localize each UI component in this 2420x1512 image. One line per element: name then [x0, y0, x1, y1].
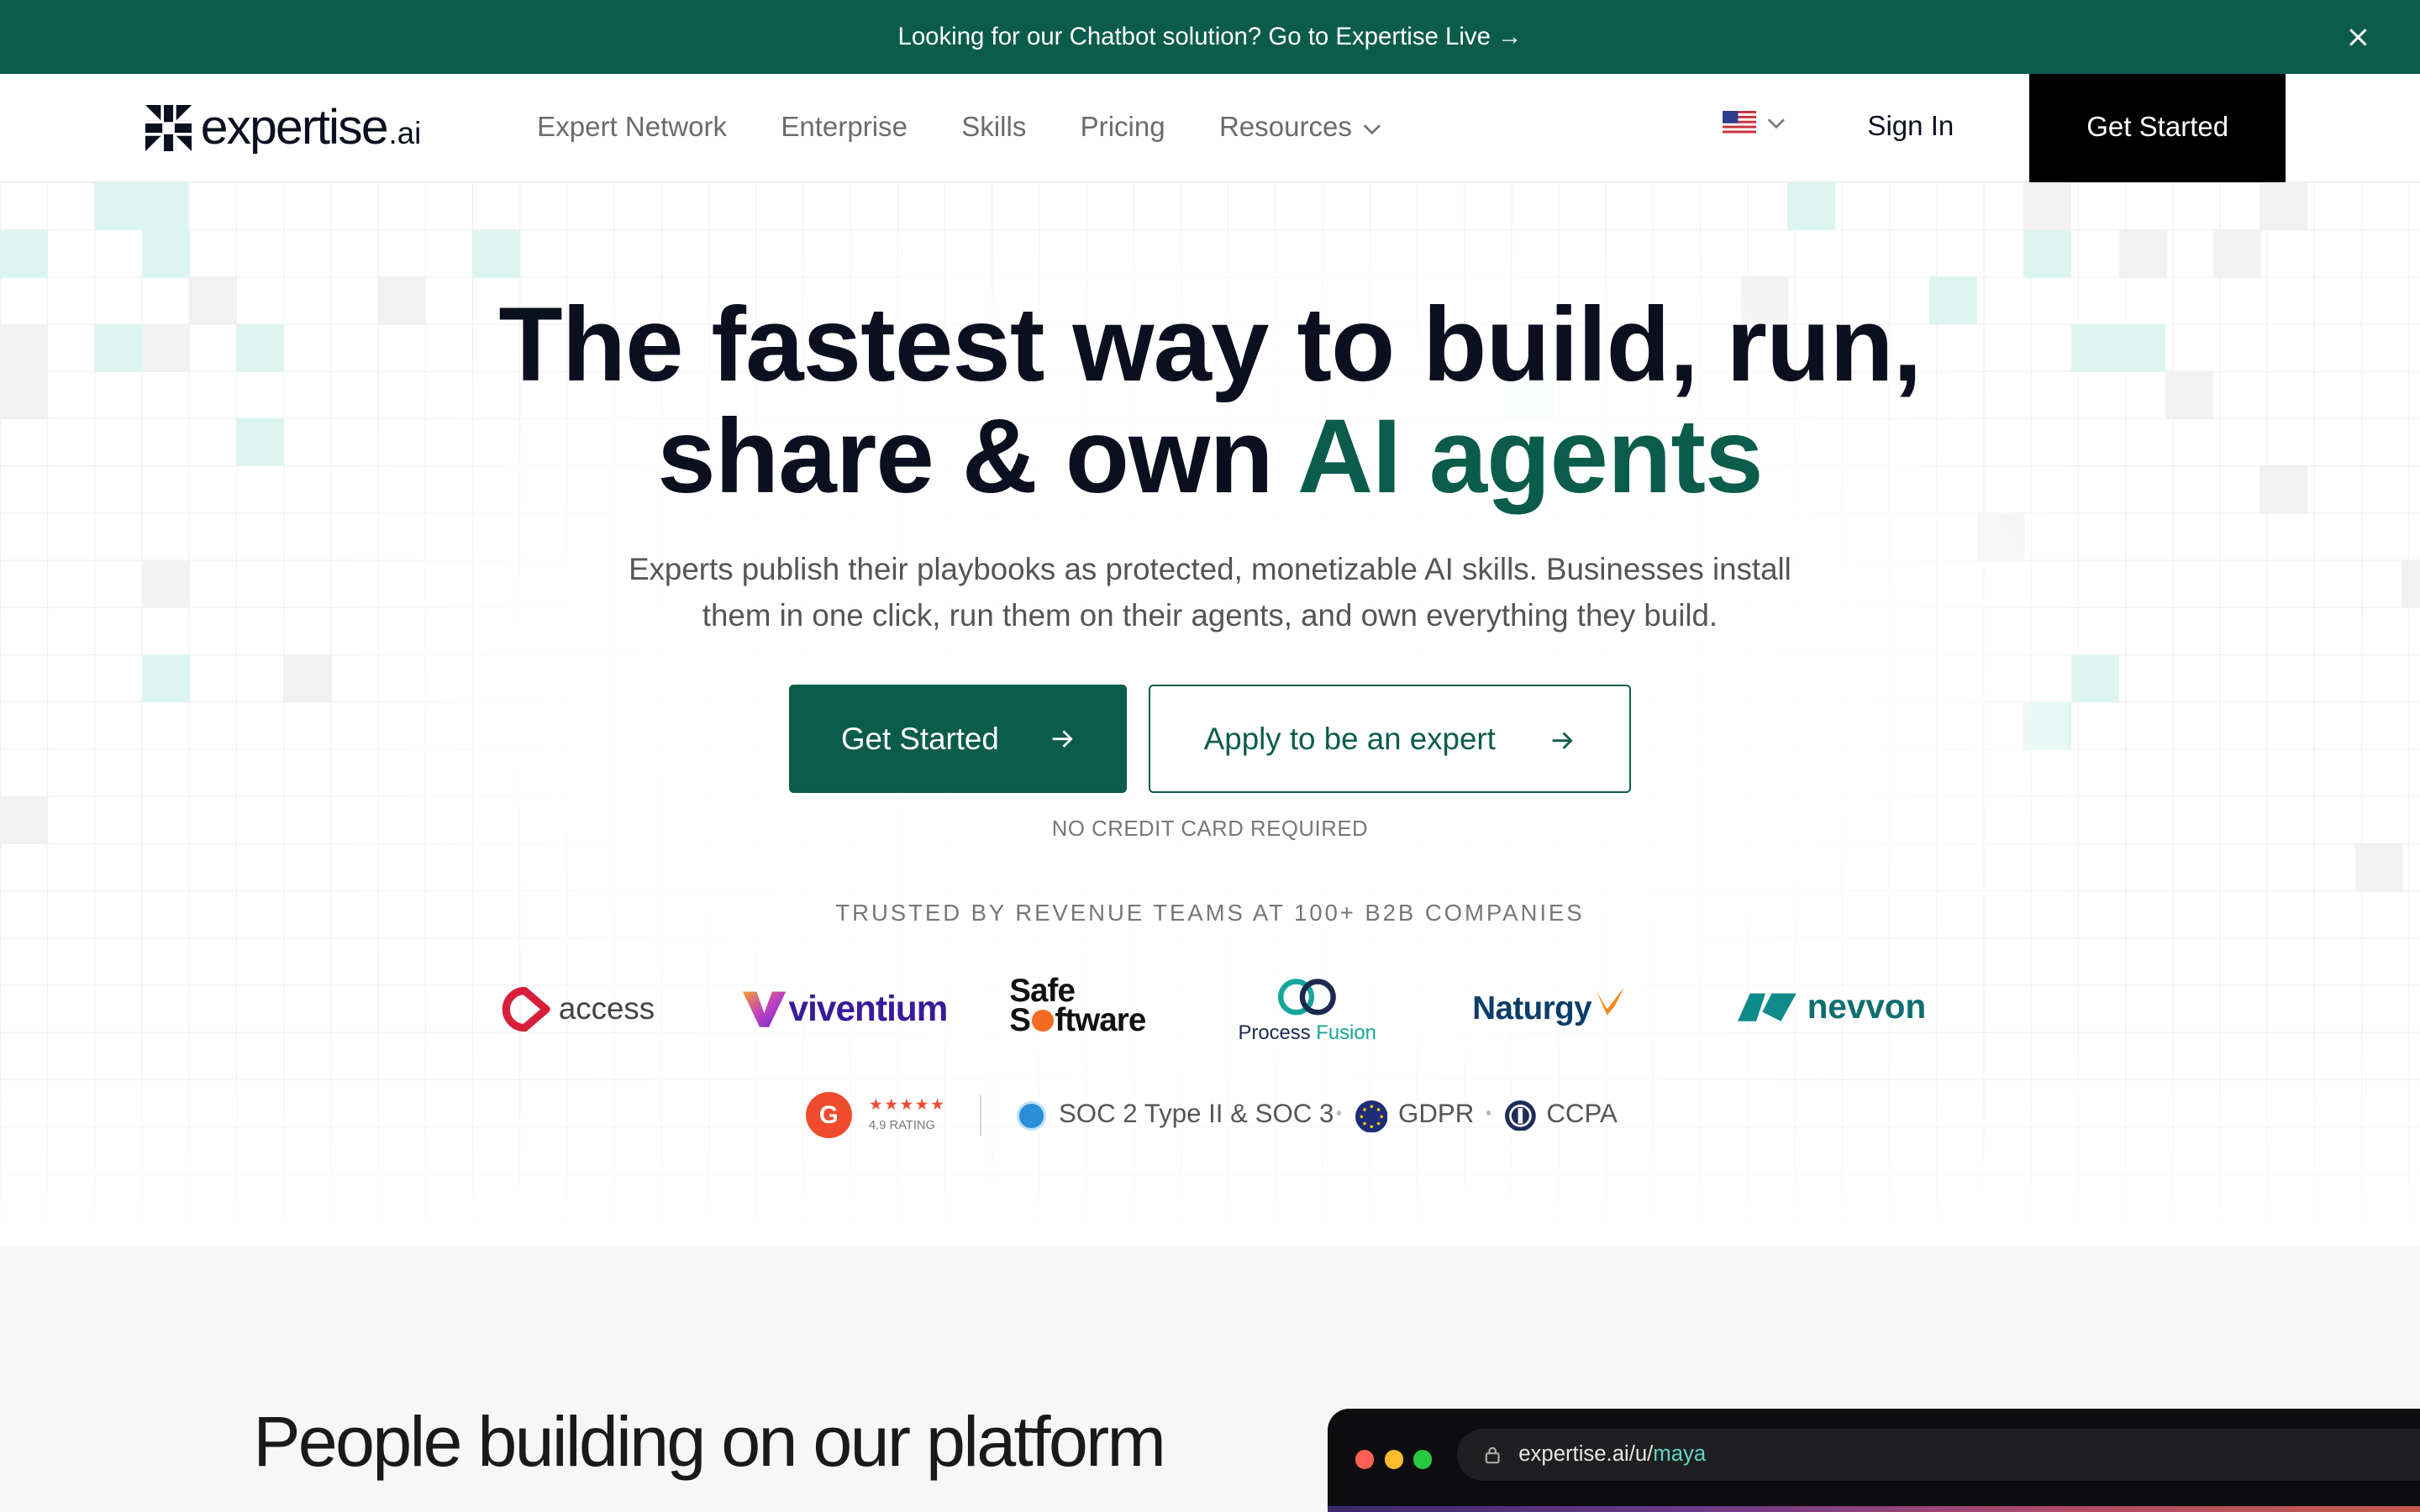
window-maximize-dot [1413, 1450, 1433, 1469]
trusted-by-heading: TRUSTED BY REVENUE TEAMS AT 100+ B2B COM… [835, 899, 1585, 926]
software-rest: ftware [1055, 1001, 1146, 1038]
logo[interactable]: expertise .ai [145, 100, 422, 155]
access-wordmark: access [558, 991, 655, 1026]
apply-expert-button[interactable]: Apply to be an expert [1148, 685, 1632, 794]
process-fusion-wordmark: Process Fusion [1238, 1021, 1376, 1045]
ccpa-label: CCPA [1546, 1098, 1618, 1128]
software-orange-dot-icon [1031, 1010, 1054, 1032]
url-slug: maya [1653, 1442, 1707, 1467]
rating-stars: ★★★★★ [869, 1095, 946, 1114]
g2-logo-icon: G [805, 1092, 852, 1139]
soc-label: SOC 2 Type II & SOC 3 [1058, 1098, 1334, 1128]
soc-badge-icon [1017, 1101, 1047, 1131]
software-wordmark: Sftware [1009, 1001, 1146, 1038]
subtitle-line-1: Experts publish their playbooks as prote… [629, 552, 1791, 587]
fusion-text: Fusion [1316, 1021, 1376, 1044]
access-logo-icon [502, 986, 550, 1032]
trust-badges: G ★★★★★ 4.9 RATING SOC 2 Type II & SOC 3… [0, 1089, 2420, 1142]
rating-text: 4.9 RATING [869, 1118, 935, 1132]
top-nav: expertise .ai Expert Network Enterprise … [0, 74, 2420, 182]
chevron-down-icon [1767, 118, 1786, 129]
viventium-logo-icon [742, 991, 786, 1028]
window-close-dot [1355, 1450, 1374, 1469]
arrow-right-icon [1052, 730, 1073, 748]
close-icon[interactable] [2343, 22, 2374, 53]
announcement-banner[interactable]: Looking for our Chatbot solution? Go to … [0, 0, 2420, 75]
customer-logos: access viventium Safe Sftware Process Fu… [0, 974, 2420, 1054]
subtitle-line-2: them in one click, run them on their age… [702, 598, 1718, 633]
gdpr-label: GDPR [1398, 1098, 1475, 1128]
naturgy-logo-icon [1596, 987, 1624, 1016]
software-letter-s: S [1009, 1001, 1031, 1038]
apply-expert-label: Apply to be an expert [1203, 721, 1496, 756]
logo-process-fusion: Process Fusion [1234, 977, 1380, 1045]
nevvon-logo-icon [1738, 993, 1797, 1021]
people-heading: People building on our platform [253, 1401, 1166, 1481]
nav-link-skills[interactable]: Skills [961, 112, 1026, 144]
url-bar[interactable]: expertise.ai/u/maya [1456, 1428, 2420, 1482]
logo-word: expertise [200, 100, 389, 155]
people-section: People building on our platform expertis… [0, 1247, 2420, 1512]
nav-link-pricing[interactable]: Pricing [1081, 112, 1165, 144]
logo-safe-software: Safe Sftware [1009, 974, 1146, 1038]
language-selector[interactable] [1722, 111, 1787, 134]
headline-line-2: share & own [657, 397, 1297, 515]
ccpa-seal-icon [1504, 1100, 1536, 1131]
process-fusion-logo-icon [1278, 978, 1337, 1016]
us-flag-icon [1722, 111, 1757, 134]
nav-get-started-button[interactable]: Get Started [2029, 74, 2286, 182]
nav-link-resources-label: Resources [1218, 112, 1352, 144]
nav-link-resources[interactable]: Resources [1219, 112, 1383, 144]
nav-links: Expert Network Enterprise Skills Pricing… [537, 74, 1437, 182]
headline-accent: AI agents [1297, 397, 1764, 515]
logo-tld: .ai [388, 116, 422, 151]
logo-mark-icon [145, 104, 192, 151]
logo-naturgy: Naturgy [1472, 987, 1627, 1027]
naturgy-wordmark: Naturgy [1472, 990, 1592, 1027]
sign-in-link[interactable]: Sign In [1867, 111, 1954, 143]
hero-get-started-label: Get Started [840, 721, 999, 756]
hero-subtitle: Experts publish their playbooks as prote… [0, 546, 2420, 638]
process-text: Process [1238, 1021, 1311, 1044]
hero-get-started-button[interactable]: Get Started [788, 685, 1127, 794]
no-credit-card-note: NO CREDIT CARD REQUIRED [1051, 817, 1369, 842]
browser-mockup: expertise.ai/u/maya [1327, 1408, 2420, 1512]
nevvon-wordmark: nevvon [1807, 987, 1927, 1026]
badge-divider [980, 1095, 982, 1136]
logo-nevvon: nevvon [1738, 987, 1926, 1026]
headline-line-1: The fastest way to build, run, [498, 286, 1922, 404]
browser-glow-line [1327, 1505, 2420, 1512]
banner-text[interactable]: Looking for our Chatbot solution? Go to … [897, 23, 1522, 51]
nav-link-expert-network[interactable]: Expert Network [537, 112, 727, 144]
eu-flag-icon [1355, 1100, 1388, 1133]
logo-viventium: viventium [741, 987, 948, 1030]
separator-dot [1486, 1110, 1491, 1116]
arrow-right-icon [1552, 732, 1573, 749]
logo-access: access [500, 986, 655, 1032]
separator-dot [1336, 1110, 1342, 1116]
chevron-down-icon [1363, 123, 1381, 134]
nav-link-enterprise[interactable]: Enterprise [781, 112, 908, 144]
lock-icon [1485, 1446, 1500, 1464]
url-prefix: expertise.ai/u/ [1518, 1442, 1654, 1467]
window-minimize-dot [1384, 1450, 1403, 1469]
hero-headline: The fastest way to build, run, share & o… [0, 290, 2420, 512]
viventium-wordmark: viventium [788, 989, 949, 1029]
hero-section: The fastest way to build, run, share & o… [0, 181, 2420, 1247]
